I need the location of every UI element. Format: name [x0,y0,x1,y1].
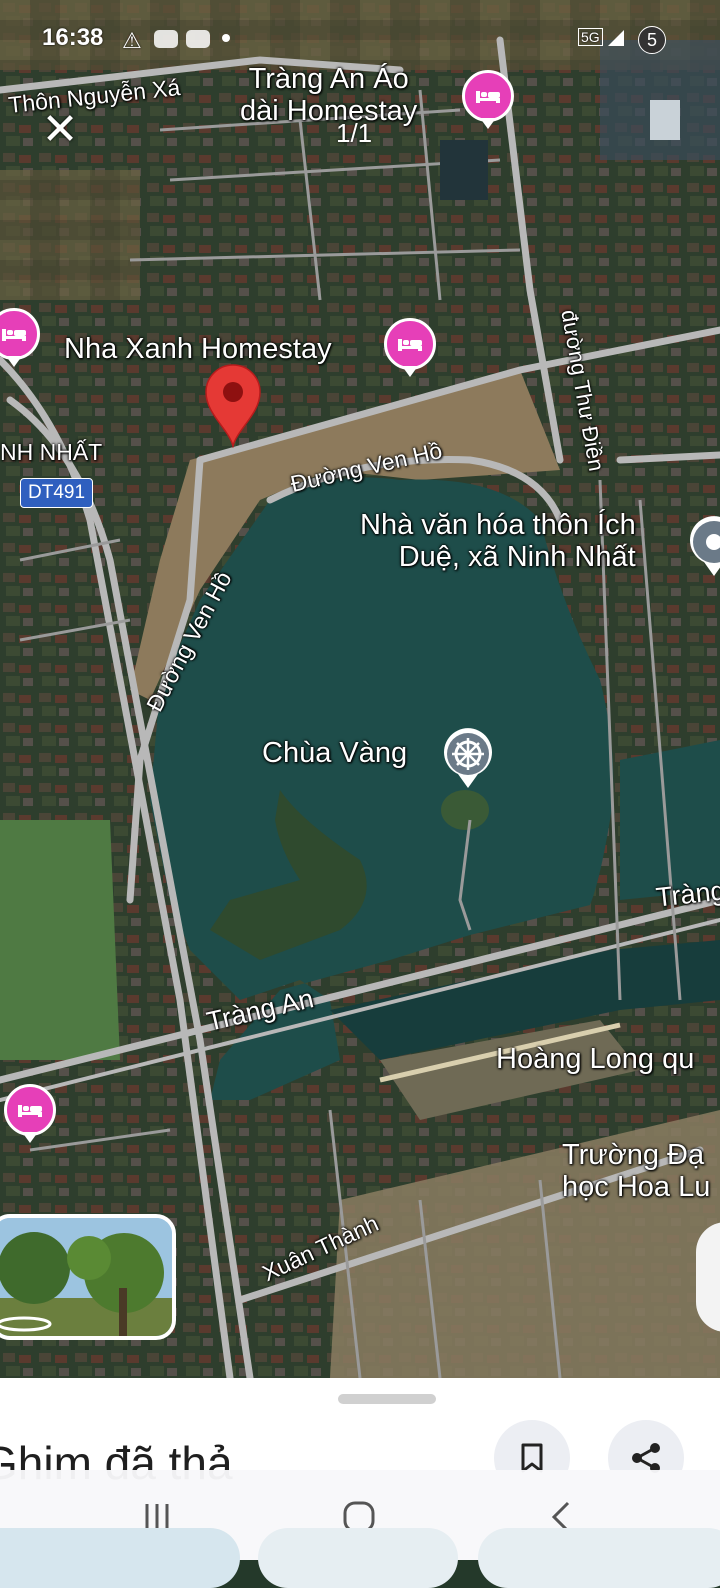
label-ninh-nhat: NH NHẤT [0,439,103,465]
label-hoang-long[interactable]: Hoàng Long qu [496,1043,694,1076]
dropped-pin-marker[interactable] [202,362,264,448]
label-trang-an-ao-dai-homestay[interactable]: Tràng An Áo dài Homestay [240,63,417,128]
dharma-wheel-icon [444,728,492,788]
road-badge-dt491: DT491 [20,478,94,508]
zalo-icon [186,30,210,48]
label-chua-vang[interactable]: Chùa Vàng [262,737,407,770]
place-photo-thumbnail[interactable] [0,1214,176,1340]
bottom-chip-middle[interactable] [258,1528,458,1588]
sheet-drag-handle[interactable] [338,1394,436,1404]
label-nha-van-hoa[interactable]: Nhà văn hóa thôn Ích Duệ, xã Ninh Nhất [360,509,636,574]
image-counter: 1/1 [336,118,373,148]
close-button[interactable]: ✕ [36,106,84,154]
bed-icon [398,337,422,351]
bed-icon [2,327,26,341]
status-time: 16:38 [42,24,104,51]
hotel-pin-nha-xanh[interactable] [384,318,436,380]
status-bar: 16:38 ⚠ 5G 5 [0,0,720,72]
hotel-pin-trang-an[interactable] [462,70,514,132]
bed-icon [18,1103,42,1117]
zalo-icon [154,30,178,48]
satellite-map[interactable]: Thôn Nguyễn Xá Tràng An Áo dài Homestay … [0,0,720,1378]
tree-photo [0,1218,172,1336]
landmark-pin-nha-van-hoa[interactable] [686,514,720,576]
battery-icon: 5 [638,26,666,54]
label-truong-dai-hoc-hoa-lu[interactable]: Trường Đạ học Hoa Lu [562,1139,710,1204]
label-nha-xanh-homestay[interactable]: Nha Xanh Homestay [64,333,332,366]
signal-icon [606,28,626,48]
network-5g-icon: 5G [578,28,603,46]
warning-icon: ⚠ [122,28,142,53]
hotel-pin-left-top[interactable] [0,308,40,370]
notification-dot-icon [222,34,230,42]
bottom-chip-right[interactable] [478,1528,720,1588]
bottom-chip-left[interactable] [0,1528,240,1588]
landmark-icon [690,516,720,576]
temple-pin-chua-vang[interactable] [440,726,492,788]
dropped-pin-icon [205,364,261,448]
label-trang-an-right: Tràng [654,875,720,913]
side-control-button[interactable] [696,1222,720,1332]
bed-icon [476,89,500,103]
hotel-pin-left-bottom[interactable] [4,1084,56,1146]
